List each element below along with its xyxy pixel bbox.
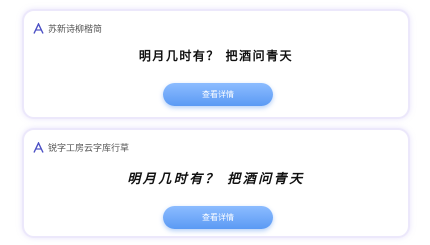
- font-card: 锐字工房云字库行草 明月几时有？ 把酒问青天 查看详情: [22, 128, 410, 238]
- view-details-button[interactable]: 查看详情: [163, 83, 273, 106]
- view-details-button[interactable]: 查看详情: [163, 206, 273, 229]
- font-preview-text: 明月几时有？ 把酒问青天: [127, 172, 305, 187]
- font-card: 苏新诗柳楷简 明月几时有？ 把酒问青天 查看详情: [22, 9, 410, 119]
- font-name: 苏新诗柳楷简: [48, 24, 103, 35]
- font-card-header: 苏新诗柳楷简: [32, 20, 102, 36]
- font-a-icon: [32, 140, 44, 154]
- font-card-header: 锐字工房云字库行草: [32, 139, 129, 155]
- font-name: 锐字工房云字库行草: [48, 143, 130, 154]
- font-preview-text: 明月几时有？ 把酒问青天: [138, 49, 294, 63]
- font-a-icon: [32, 21, 44, 35]
- font-card-list: 苏新诗柳楷简 明月几时有？ 把酒问青天 查看详情 锐字工房云字库行草 明月几时有…: [0, 0, 430, 245]
